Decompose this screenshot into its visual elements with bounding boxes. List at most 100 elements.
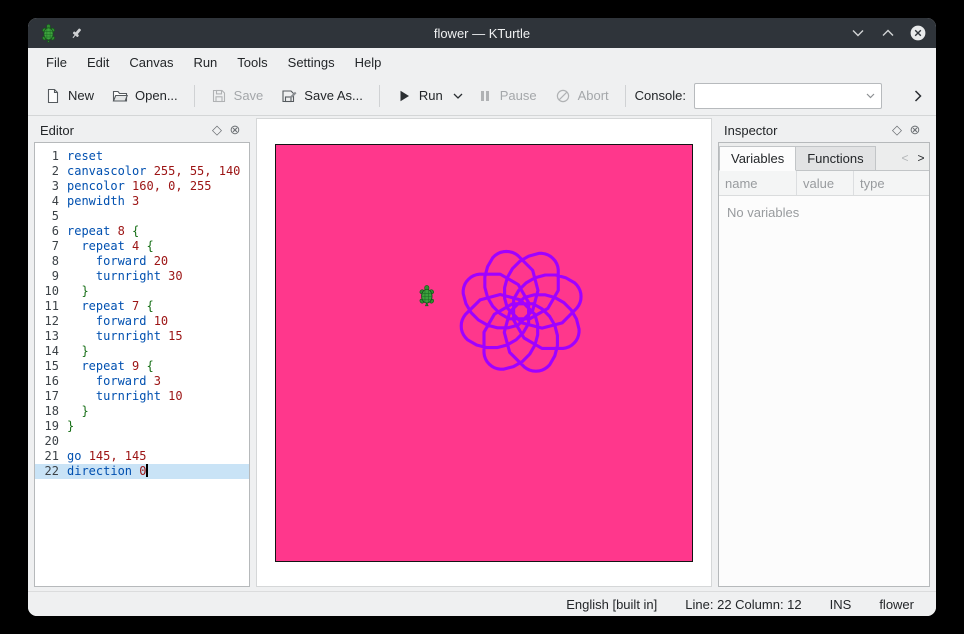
console-combobox[interactable]: [694, 83, 882, 109]
code-line[interactable]: 16 forward 3: [35, 374, 249, 389]
line-number: 6: [35, 224, 67, 239]
app-turtle-icon: [38, 23, 58, 43]
code-line[interactable]: 7 repeat 4 {: [35, 239, 249, 254]
code-editor[interactable]: 1reset2canvascolor 255, 55, 1403pencolor…: [34, 142, 250, 587]
code-line[interactable]: 8 forward 20: [35, 254, 249, 269]
line-number: 10: [35, 284, 67, 299]
line-number: 3: [35, 179, 67, 194]
line-number: 4: [35, 194, 67, 209]
line-number: 19: [35, 419, 67, 434]
tab-variables[interactable]: Variables: [719, 146, 796, 171]
inspector-tabbar: Variables Functions < >: [719, 143, 929, 171]
console-label: Console:: [635, 88, 686, 103]
column-type[interactable]: type: [854, 171, 929, 195]
menu-settings[interactable]: Settings: [278, 51, 345, 74]
code-line[interactable]: 18 }: [35, 404, 249, 419]
toolbar-separator: [194, 85, 195, 107]
inspector-frame: Variables Functions < > name value type …: [718, 142, 930, 587]
menu-file[interactable]: File: [36, 51, 77, 74]
editor-dock-title: Editor: [40, 123, 208, 138]
new-button-label: New: [68, 88, 94, 103]
code-line[interactable]: 19}: [35, 419, 249, 434]
code-line[interactable]: 14 }: [35, 344, 249, 359]
open-button[interactable]: Open...: [103, 83, 187, 109]
toolbar-overflow-button[interactable]: [908, 86, 928, 106]
pin-icon[interactable]: [66, 23, 86, 43]
menu-tools[interactable]: Tools: [227, 51, 277, 74]
float-dock-icon[interactable]: ◇: [208, 122, 226, 138]
status-insert-mode[interactable]: INS: [830, 597, 852, 612]
save-as-button[interactable]: Save As...: [272, 83, 372, 109]
code-line[interactable]: 10 }: [35, 284, 249, 299]
save-as-icon: [281, 88, 297, 104]
pause-icon: [477, 88, 493, 104]
titlebar[interactable]: flower — KTurtle: [28, 18, 936, 48]
minimize-button[interactable]: [848, 23, 868, 43]
code-line[interactable]: 1reset: [35, 149, 249, 164]
column-name[interactable]: name: [719, 171, 797, 195]
line-number: 5: [35, 209, 67, 224]
empty-variables-text: No variables: [727, 205, 799, 220]
main-area: Editor ◇ ⊗ 1reset2canvascolor 255, 55, 1…: [28, 116, 936, 591]
abort-icon: [555, 88, 571, 104]
open-folder-icon: [112, 88, 128, 104]
text-caret: [146, 464, 148, 477]
menu-run[interactable]: Run: [183, 51, 227, 74]
chevron-right-icon: [914, 90, 922, 102]
toolbar-separator: [625, 85, 626, 107]
new-button[interactable]: New: [36, 83, 103, 109]
code-line[interactable]: 15 repeat 9 {: [35, 359, 249, 374]
code-line[interactable]: 5: [35, 209, 249, 224]
code-line[interactable]: 20: [35, 434, 249, 449]
code-line[interactable]: 4penwidth 3: [35, 194, 249, 209]
maximize-button[interactable]: [878, 23, 898, 43]
code-line[interactable]: 21go 145, 145: [35, 449, 249, 464]
line-number: 11: [35, 299, 67, 314]
menu-canvas[interactable]: Canvas: [119, 51, 183, 74]
menu-edit[interactable]: Edit: [77, 51, 119, 74]
close-button[interactable]: [908, 23, 928, 43]
line-number: 1: [35, 149, 67, 164]
code-line[interactable]: 12 forward 10: [35, 314, 249, 329]
save-button[interactable]: Save: [202, 83, 273, 109]
variables-table-body: No variables: [719, 196, 929, 586]
editor-dock-header[interactable]: Editor ◇ ⊗: [34, 118, 250, 142]
editor-dock: Editor ◇ ⊗ 1reset2canvascolor 255, 55, 1…: [34, 118, 250, 587]
inspector-dock-header[interactable]: Inspector ◇ ⊗: [718, 118, 930, 142]
combo-chevron-down-icon[interactable]: [866, 93, 881, 99]
run-button[interactable]: Run: [387, 83, 452, 109]
line-number: 14: [35, 344, 67, 359]
column-value[interactable]: value: [797, 171, 854, 195]
console-input[interactable]: [695, 88, 866, 103]
status-language[interactable]: English [built in]: [566, 597, 657, 612]
code-line[interactable]: 22direction 0: [35, 464, 249, 479]
close-dock-icon[interactable]: ⊗: [226, 122, 244, 138]
tab-functions[interactable]: Functions: [796, 146, 875, 170]
code-line[interactable]: 2canvascolor 255, 55, 140: [35, 164, 249, 179]
line-number: 7: [35, 239, 67, 254]
code-line[interactable]: 17 turnright 10: [35, 389, 249, 404]
desktop-screen: flower — KTurtle File Edit C: [0, 0, 964, 634]
abort-button[interactable]: Abort: [546, 83, 618, 109]
tab-scroll-right-icon[interactable]: >: [913, 151, 929, 170]
line-number: 2: [35, 164, 67, 179]
pause-button-label: Pause: [500, 88, 537, 103]
code-line[interactable]: 13 turnright 15: [35, 329, 249, 344]
turtle-canvas[interactable]: [275, 144, 693, 562]
code-line[interactable]: 11 repeat 7 {: [35, 299, 249, 314]
code-line[interactable]: 6repeat 8 {: [35, 224, 249, 239]
tab-scroll-left-icon[interactable]: <: [897, 151, 913, 170]
run-speed-dropdown[interactable]: [448, 88, 468, 104]
line-number: 22: [35, 464, 67, 479]
line-number: 16: [35, 374, 67, 389]
run-button-label: Run: [419, 88, 443, 103]
pause-button[interactable]: Pause: [468, 83, 546, 109]
code-line[interactable]: 3pencolor 160, 0, 255: [35, 179, 249, 194]
menu-help[interactable]: Help: [345, 51, 392, 74]
code-line[interactable]: 9 turnright 30: [35, 269, 249, 284]
float-dock-icon[interactable]: ◇: [888, 122, 906, 138]
save-as-button-label: Save As...: [304, 88, 363, 103]
open-button-label: Open...: [135, 88, 178, 103]
close-dock-icon[interactable]: ⊗: [906, 122, 924, 138]
new-file-icon: [45, 88, 61, 104]
